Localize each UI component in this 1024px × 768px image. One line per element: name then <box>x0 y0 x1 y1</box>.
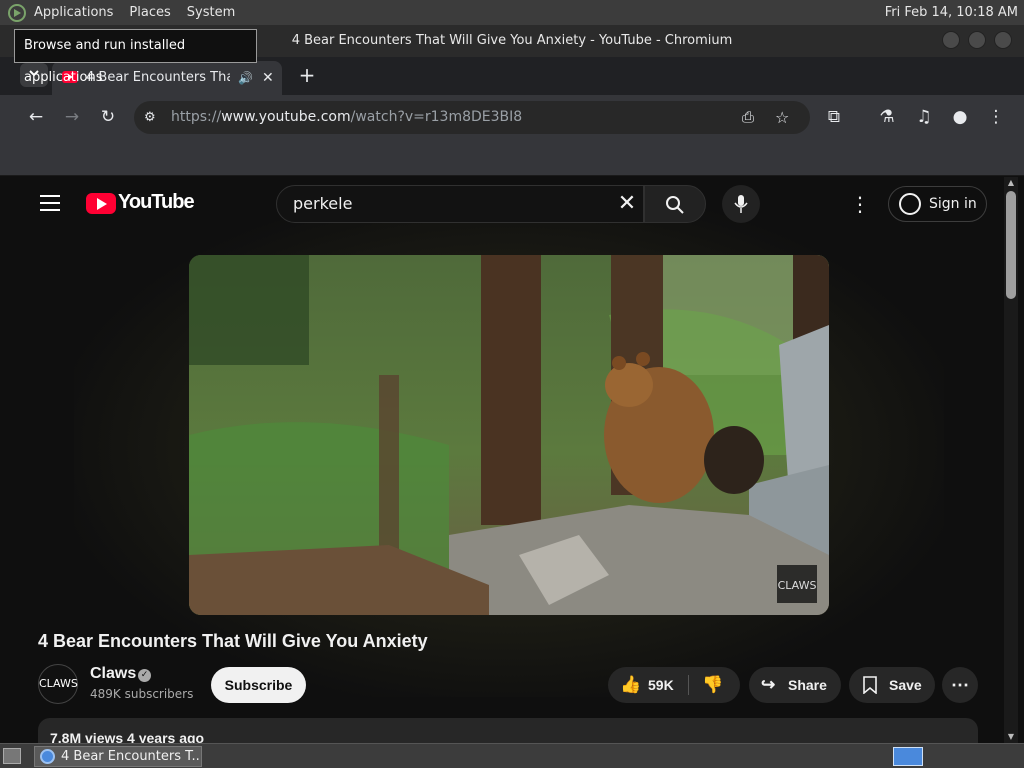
bottom-taskbar: 4 Bear Encounters T... <box>0 743 1024 768</box>
window-title: 4 Bear Encounters That Will Give You Anx… <box>291 33 733 48</box>
like-dislike-group: 👍 59K 👎 <box>608 667 740 703</box>
applications-menu[interactable]: Applications <box>26 0 121 25</box>
browser-menu-icon[interactable]: ⋮ <box>982 95 1010 140</box>
verified-check-icon: ✓ <box>138 669 151 682</box>
maximize-button[interactable] <box>968 31 986 49</box>
clear-search-icon[interactable]: ✕ <box>614 185 640 223</box>
taskbar-window-title: 4 Bear Encounters T... <box>61 749 202 764</box>
show-desktop-icon[interactable] <box>3 748 21 764</box>
reload-icon[interactable]: ↻ <box>94 95 122 140</box>
bookmark-star-icon[interactable]: ☆ <box>775 101 789 134</box>
search-icon <box>666 196 684 214</box>
like-divider <box>688 675 689 695</box>
search-input[interactable]: perkele <box>276 185 644 223</box>
save-button[interactable]: Save <box>849 667 935 703</box>
new-tab-button[interactable]: + <box>296 61 318 89</box>
page-scrollbar[interactable]: ▲ ▼ <box>1004 177 1018 743</box>
close-tab-icon[interactable]: ✕ <box>262 61 274 95</box>
applications-tooltip: Browse and run installed applications <box>14 29 257 85</box>
labs-flask-icon[interactable]: ⚗ <box>873 95 901 140</box>
close-window-button[interactable] <box>994 31 1012 49</box>
sign-in-label: Sign in <box>929 196 977 212</box>
subscribe-button[interactable]: Subscribe <box>211 667 306 703</box>
address-bar[interactable]: ⚙ https://www.youtube.com/watch?v=r13m8D… <box>134 101 810 134</box>
microphone-icon <box>734 195 748 213</box>
tab-title: 4 Bear Encounters That Will Give You Anx… <box>86 70 230 85</box>
panel-clock[interactable]: Fri Feb 14, 10:18 AM <box>885 0 1018 25</box>
chromium-icon <box>40 749 55 764</box>
share-label: Share <box>788 677 827 693</box>
top-panel: Applications Places System Fri Feb 14, 1… <box>0 0 1024 25</box>
description-box[interactable]: 7.8M views 4 years ago <box>38 718 978 743</box>
voice-search-button[interactable] <box>722 185 760 223</box>
save-label: Save <box>889 677 922 693</box>
view-count-and-date: 7.8M views 4 years ago <box>50 730 205 743</box>
like-count[interactable]: 59K <box>648 667 674 703</box>
system-menu[interactable]: System <box>179 0 243 25</box>
toolbar-extension-area <box>0 140 1024 176</box>
youtube-logo-text[interactable]: YouTube <box>118 191 195 214</box>
forward-arrow-icon[interactable]: → <box>58 95 86 140</box>
account-circle-icon <box>899 193 921 215</box>
video-title: 4 Bear Encounters That Will Give You Anx… <box>38 631 428 651</box>
scrollbar-thumb[interactable] <box>1006 191 1016 299</box>
youtube-logo-icon[interactable] <box>86 193 116 214</box>
scroll-down-icon[interactable]: ▼ <box>1004 731 1018 743</box>
panel-menus: Applications Places System <box>26 0 243 25</box>
extensions-icon[interactable]: ⧉ <box>820 95 848 140</box>
thumbs-up-icon[interactable]: 👍 <box>620 667 641 703</box>
video-player[interactable]: CLAWS <box>189 255 829 615</box>
search-button[interactable] <box>644 185 706 223</box>
workspace-switcher[interactable] <box>893 747 923 766</box>
hamburger-menu-icon[interactable] <box>40 195 60 211</box>
share-arrow-icon: ↪ <box>761 675 776 694</box>
speaker-icon[interactable]: 🔊 <box>238 61 253 95</box>
video-frame: CLAWS <box>189 255 829 615</box>
browser-toolbar: ← → ↻ ⚙ https://www.youtube.com/watch?v=… <box>0 95 1024 140</box>
url-text: https://www.youtube.com/watch?v=r13m8DE3… <box>171 109 523 125</box>
youtube-page: YouTube perkele ✕ ⋮ Sign in CLAWS 4 Bear… <box>14 177 1004 743</box>
subscriber-count: 489K subscribers <box>90 687 194 701</box>
scroll-up-icon[interactable]: ▲ <box>1004 177 1018 189</box>
places-menu[interactable]: Places <box>121 0 178 25</box>
settings-kebab-icon[interactable]: ⋮ <box>850 187 870 221</box>
sign-in-button[interactable]: Sign in <box>888 186 987 222</box>
back-arrow-icon[interactable]: ← <box>22 95 50 140</box>
more-actions-icon[interactable]: ⋯ <box>942 667 978 703</box>
media-controls-icon[interactable]: ♫ <box>910 95 938 140</box>
channel-name[interactable]: Claws <box>90 665 136 683</box>
site-info-icon[interactable]: ⚙ <box>144 101 156 134</box>
gnome-foot-icon[interactable] <box>8 3 26 22</box>
install-app-icon[interactable]: ⎙ <box>742 101 754 134</box>
thumbs-down-icon[interactable]: 👎 <box>702 667 723 703</box>
channel-avatar[interactable]: CLAWS <box>38 664 78 704</box>
video-watermark: CLAWS <box>778 579 817 592</box>
share-button[interactable]: ↪ Share <box>749 667 841 703</box>
taskbar-window-button[interactable]: 4 Bear Encounters T... <box>34 746 202 767</box>
minimize-button[interactable] <box>942 31 960 49</box>
bookmark-icon <box>863 676 877 694</box>
profile-icon[interactable]: ● <box>946 95 974 140</box>
